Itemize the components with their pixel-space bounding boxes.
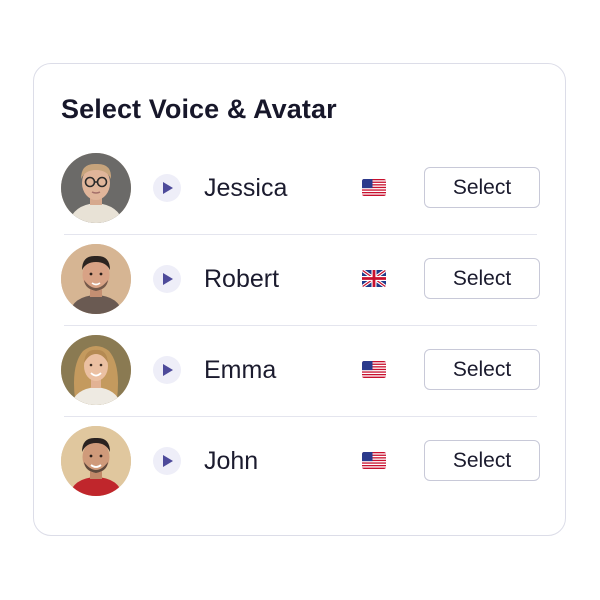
avatar-jessica — [61, 153, 131, 223]
voice-name: John — [204, 447, 259, 475]
flag-us-icon — [362, 361, 386, 378]
avatar-robert — [61, 244, 131, 314]
voice-avatar-card: Select Voice & Avatar Jessica Select Rob… — [33, 63, 566, 536]
select-button[interactable]: Select — [424, 440, 540, 481]
flag-us-icon — [362, 179, 386, 196]
voice-name: Emma — [204, 356, 277, 384]
voice-row-jessica: Jessica Select — [34, 144, 565, 235]
avatar-emma — [61, 335, 131, 405]
voice-name: Jessica — [204, 174, 288, 202]
voice-row-emma: Emma Select — [34, 326, 565, 417]
voice-row-john: John Select — [34, 417, 565, 508]
play-icon — [163, 182, 173, 194]
select-button[interactable]: Select — [424, 167, 540, 208]
voice-name: Robert — [204, 265, 280, 293]
play-icon — [163, 364, 173, 376]
play-icon — [163, 273, 173, 285]
play-preview-button[interactable] — [153, 447, 181, 475]
play-icon — [163, 455, 173, 467]
voice-list: Jessica Select Robert Select Emma Select… — [34, 144, 565, 508]
select-button[interactable]: Select — [424, 258, 540, 299]
card-title: Select Voice & Avatar — [61, 94, 337, 124]
avatar-john — [61, 426, 131, 496]
play-preview-button[interactable] — [153, 174, 181, 202]
play-preview-button[interactable] — [153, 265, 181, 293]
play-preview-button[interactable] — [153, 356, 181, 384]
select-button[interactable]: Select — [424, 349, 540, 390]
voice-row-robert: Robert Select — [34, 235, 565, 326]
flag-us-icon — [362, 452, 386, 469]
flag-uk-icon — [362, 270, 386, 287]
